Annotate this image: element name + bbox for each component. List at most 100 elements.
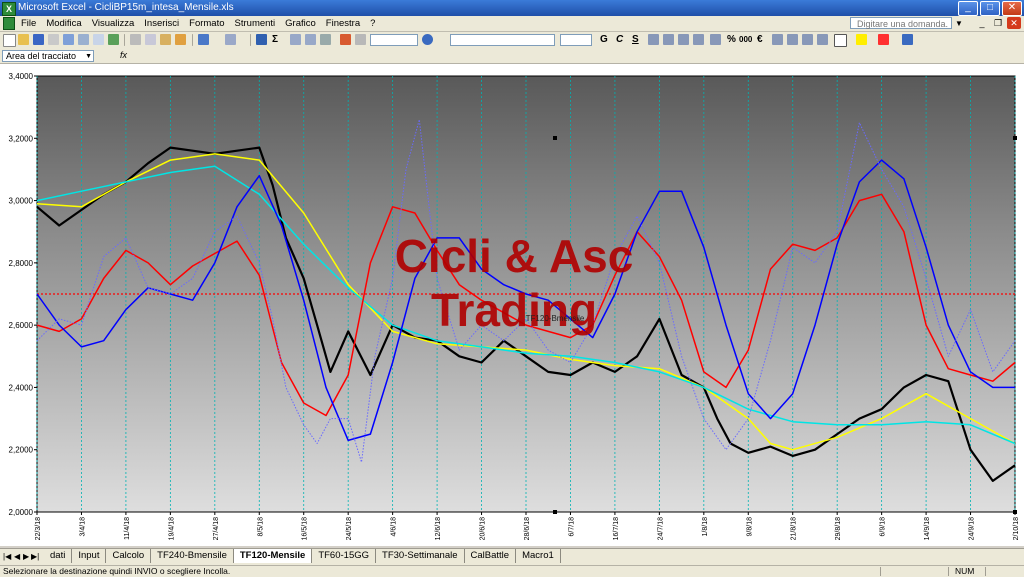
doc-restore-button[interactable]: ❐: [991, 17, 1005, 29]
print-preview-icon[interactable]: [93, 34, 104, 45]
align-right-icon[interactable]: [678, 34, 689, 45]
next-sheet-button[interactable]: ▶: [23, 551, 29, 562]
menu-strumenti[interactable]: Strumenti: [230, 17, 281, 30]
permission-icon[interactable]: [48, 34, 59, 45]
autosum-icon[interactable]: Σ: [272, 33, 278, 46]
close-button[interactable]: ✕: [1002, 1, 1022, 16]
x-tick-label: 24/7/18: [657, 517, 664, 540]
toolbar-separator: [124, 34, 125, 46]
menu-grafico[interactable]: Grafico: [280, 17, 321, 30]
tab-tf240-bmensile[interactable]: TF240-Bmensile: [151, 549, 234, 563]
increase-indent-icon[interactable]: [817, 34, 828, 45]
tab-tf120-mensile[interactable]: TF120-Mensile: [233, 549, 313, 563]
y-tick-label: 2,6000: [9, 321, 34, 330]
menu-formato[interactable]: Formato: [184, 17, 229, 30]
tab-tf30-settimanale[interactable]: TF30-Settimanale: [376, 549, 465, 563]
menu-visualizza[interactable]: Visualizza: [87, 17, 140, 30]
hyperlink-icon[interactable]: [256, 34, 267, 45]
tab-dati[interactable]: dati: [44, 549, 73, 563]
ask-question-input[interactable]: Digitare una domanda.: [850, 17, 952, 29]
name-box[interactable]: Area del tracciato ▼: [2, 50, 94, 62]
spelling-icon[interactable]: [108, 34, 119, 45]
currency-icon[interactable]: [710, 34, 721, 45]
fill-color-icon[interactable]: [856, 34, 867, 45]
percent-button[interactable]: %: [727, 33, 736, 46]
sort-ascending-icon[interactable]: [290, 34, 301, 45]
menu-modifica[interactable]: Modifica: [41, 17, 86, 30]
first-sheet-button[interactable]: |◀: [3, 551, 11, 562]
drawing-icon[interactable]: [355, 34, 366, 45]
num-lock-indicator: NUM: [955, 566, 975, 576]
decrease-indent-icon[interactable]: [802, 34, 813, 45]
align-center-icon[interactable]: [663, 34, 674, 45]
decrease-decimal-icon[interactable]: [787, 34, 798, 45]
x-tick-label: 24/5/18: [346, 517, 353, 540]
email-icon[interactable]: [63, 34, 74, 45]
bold-button[interactable]: G: [600, 33, 608, 46]
fx-icon[interactable]: fx: [120, 50, 127, 60]
tab-macro1[interactable]: Macro1: [516, 549, 561, 563]
tab-calbattle[interactable]: CalBattle: [465, 549, 517, 563]
merge-center-icon[interactable]: [693, 34, 704, 45]
menu-file[interactable]: File: [16, 17, 41, 30]
filter-icon[interactable]: [320, 34, 331, 45]
excel-app-icon[interactable]: X: [2, 2, 16, 16]
selection-handle[interactable]: [1013, 510, 1017, 514]
prev-sheet-button[interactable]: ◀: [14, 551, 20, 562]
sheet-tabs: dati Input Calcolo TF240-Bmensile TF120-…: [44, 549, 561, 565]
menu-inserisci[interactable]: Inserisci: [139, 17, 184, 30]
x-tick-label: 16/5/18: [302, 517, 309, 540]
cut-icon[interactable]: [130, 34, 141, 45]
copy-icon[interactable]: [145, 34, 156, 45]
font-size-select[interactable]: [560, 34, 592, 46]
workbook-icon[interactable]: [3, 17, 15, 30]
chart-wizard-icon[interactable]: [340, 34, 351, 45]
chart-area[interactable]: 3,4000 3,2000 3,0000 2,8000 2,6000 2,4000 2,20…: [0, 64, 1024, 546]
toolbar-options-icon[interactable]: [902, 34, 913, 45]
selection-handle[interactable]: [553, 136, 557, 140]
thousands-button[interactable]: 000: [739, 33, 752, 46]
borders-icon[interactable]: [834, 34, 847, 47]
y-tick-label: 2,0000: [9, 508, 34, 517]
undo-icon[interactable]: [198, 34, 209, 45]
x-tick-label: 4/6/18: [391, 517, 398, 537]
selection-handle[interactable]: [553, 510, 557, 514]
chart-svg[interactable]: 3,4000 3,2000 3,0000 2,8000 2,6000 2,4000 2,20…: [0, 64, 1024, 546]
italic-button[interactable]: C: [616, 33, 623, 46]
tab-tf60-15gg[interactable]: TF60-15GG: [312, 549, 377, 563]
underline-button[interactable]: S: [632, 33, 639, 46]
menu-finestra[interactable]: Finestra: [321, 17, 365, 30]
align-left-icon[interactable]: [648, 34, 659, 45]
save-icon[interactable]: [33, 34, 44, 45]
menu-items: File Modifica Visualizza Inserisci Forma…: [16, 17, 380, 30]
status-divider: [948, 567, 949, 576]
print-icon[interactable]: [78, 34, 89, 45]
maximize-button[interactable]: □: [980, 1, 1000, 16]
sort-descending-icon[interactable]: [305, 34, 316, 45]
redo-icon[interactable]: [225, 34, 236, 45]
new-icon[interactable]: [3, 34, 16, 47]
x-tick-label: 11/4/18: [124, 517, 131, 540]
last-sheet-button[interactable]: ▶|: [31, 551, 39, 562]
open-icon[interactable]: [18, 34, 29, 45]
tab-input[interactable]: Input: [72, 549, 107, 563]
zoom-select[interactable]: [370, 34, 418, 46]
watermark-line2: Trading: [431, 284, 597, 336]
chevron-down-icon[interactable]: ▼: [85, 51, 92, 62]
x-tick-label: 29/8/18: [835, 517, 842, 540]
font-name-select[interactable]: [450, 34, 555, 46]
format-painter-icon[interactable]: [175, 34, 186, 45]
tab-calcolo[interactable]: Calcolo: [106, 549, 152, 563]
paste-icon[interactable]: [160, 34, 171, 45]
minimize-button[interactable]: _: [958, 1, 978, 16]
doc-close-button[interactable]: ✕: [1007, 17, 1021, 29]
menu-help[interactable]: ?: [365, 17, 380, 30]
help-icon[interactable]: [422, 34, 433, 45]
y-tick-label: 2,2000: [9, 446, 34, 455]
euro-button[interactable]: €: [757, 33, 763, 46]
ask-dropdown-icon[interactable]: ▼: [955, 19, 963, 28]
doc-minimize-button[interactable]: _: [975, 17, 989, 29]
increase-decimal-icon[interactable]: [772, 34, 783, 45]
selection-handle[interactable]: [1013, 136, 1017, 140]
font-color-icon[interactable]: [878, 34, 889, 45]
